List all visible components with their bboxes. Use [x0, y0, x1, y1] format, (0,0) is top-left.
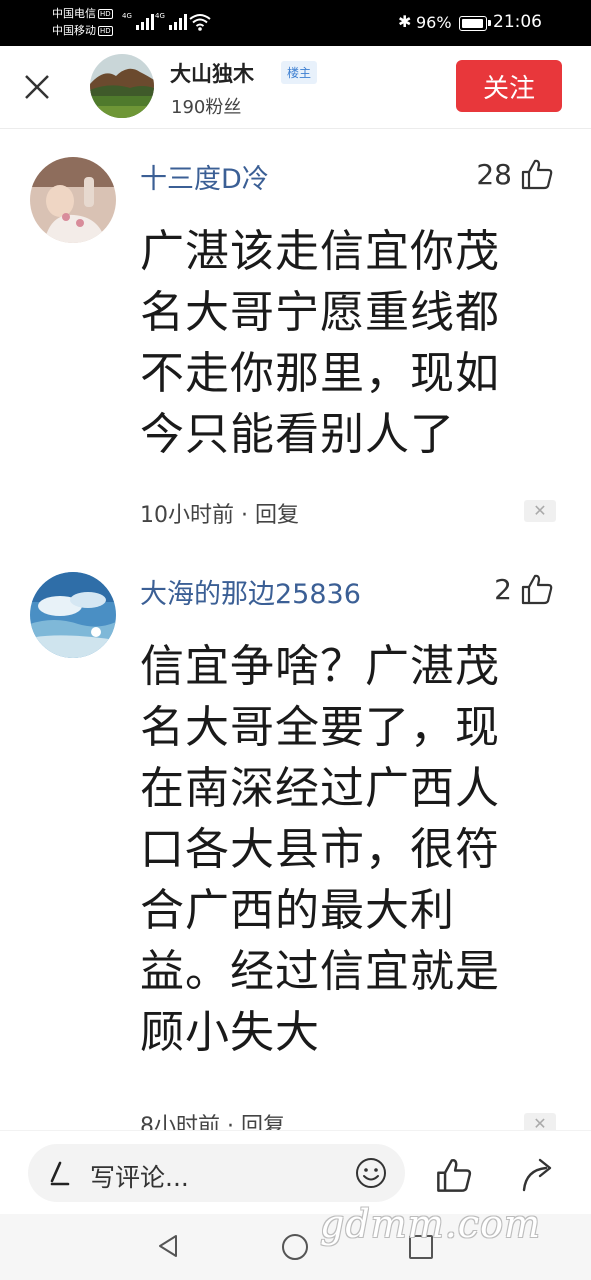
thumbs-up-icon[interactable] [434, 1156, 474, 1194]
comment-line: 在南深经过广西人 [140, 763, 500, 814]
comment-line: 不走你那里，现如 [140, 348, 500, 399]
comment-line: 益。经过信宜就是 [140, 946, 500, 997]
follow-button[interactable]: 关注 [456, 60, 562, 112]
hd-badge: HD [98, 26, 113, 36]
comment-text: 广湛该走信宜你茂 名大哥宁愿重线都 不走你那里，现如 今只能看别人了 [140, 221, 530, 465]
thumbs-up-icon[interactable] [520, 157, 554, 191]
comment-input[interactable]: 写评论... [28, 1144, 405, 1202]
carrier-1-label: 中国电信 [52, 7, 96, 20]
comment-line: 合广西的最大利 [140, 885, 455, 936]
watermark: gdmm.com [320, 1202, 541, 1246]
battery-percent: 96% [416, 13, 452, 32]
comment-line: 信宜争啥？广湛茂 [140, 641, 500, 692]
comment-line: 今只能看别人了 [140, 409, 455, 460]
signal-icon: 4G [122, 12, 154, 30]
commenter-name[interactable]: 大海的那边25836 [140, 572, 361, 611]
comment-meta[interactable]: 10小时前 · 回复 [140, 497, 299, 529]
commenter-name[interactable]: 十三度D冷 [140, 157, 269, 196]
status-bar: 中国电信 HD 中国移动 HD 4G 4G ✱ 96% 21:06 [0, 0, 591, 46]
commenter-avatar[interactable] [30, 157, 116, 243]
fans-count: 190粉丝 [171, 97, 242, 118]
like-count: 2 [494, 572, 512, 606]
carrier-1: 中国电信 HD [52, 7, 113, 20]
emoji-icon[interactable] [355, 1157, 387, 1189]
like-count: 28 [476, 157, 512, 191]
network-type: 4G [155, 12, 165, 20]
comment-line: 广湛该走信宜你茂 [140, 226, 500, 277]
dismiss-icon[interactable]: ✕ [524, 500, 556, 522]
signal-icon: 4G [155, 12, 187, 30]
clock: 21:06 [493, 12, 542, 32]
comment-line: 名大哥全要了，现 [140, 702, 500, 753]
wifi-icon [189, 14, 211, 31]
comment-line: 名大哥宁愿重线都 [140, 287, 500, 338]
op-badge: 楼主 [281, 61, 318, 84]
comment-line: 顾小失大 [140, 1007, 320, 1058]
like-control[interactable]: 2 [494, 572, 554, 606]
carrier-2: 中国移动 HD [52, 24, 113, 37]
close-icon[interactable] [20, 70, 54, 104]
home-icon[interactable] [282, 1234, 308, 1260]
back-icon[interactable] [156, 1233, 180, 1259]
commenter-avatar[interactable] [30, 572, 116, 658]
share-icon[interactable] [520, 1156, 558, 1192]
bluetooth-icon: ✱ [398, 12, 412, 31]
comment-line: 口各大县市，很符 [140, 824, 500, 875]
author-name[interactable]: 大山独木 [170, 58, 254, 88]
thumbs-up-icon[interactable] [520, 572, 554, 606]
comment-text: 信宜争啥？广湛茂 名大哥全要了，现 在南深经过广西人 口各大县市，很符 合广西的… [140, 636, 530, 1063]
battery-icon [459, 16, 491, 31]
author-avatar[interactable] [90, 54, 154, 118]
thread-header: 大山独木 楼主 190粉丝 关注 [0, 46, 591, 129]
hd-badge: HD [98, 9, 113, 19]
pencil-icon [50, 1161, 70, 1186]
comment-input-placeholder: 写评论... [90, 1163, 189, 1192]
like-control[interactable]: 28 [476, 157, 554, 191]
carrier-2-label: 中国移动 [52, 24, 96, 37]
system-nav-bar: gdmm.com [0, 1202, 591, 1280]
network-type: 4G [122, 12, 132, 20]
